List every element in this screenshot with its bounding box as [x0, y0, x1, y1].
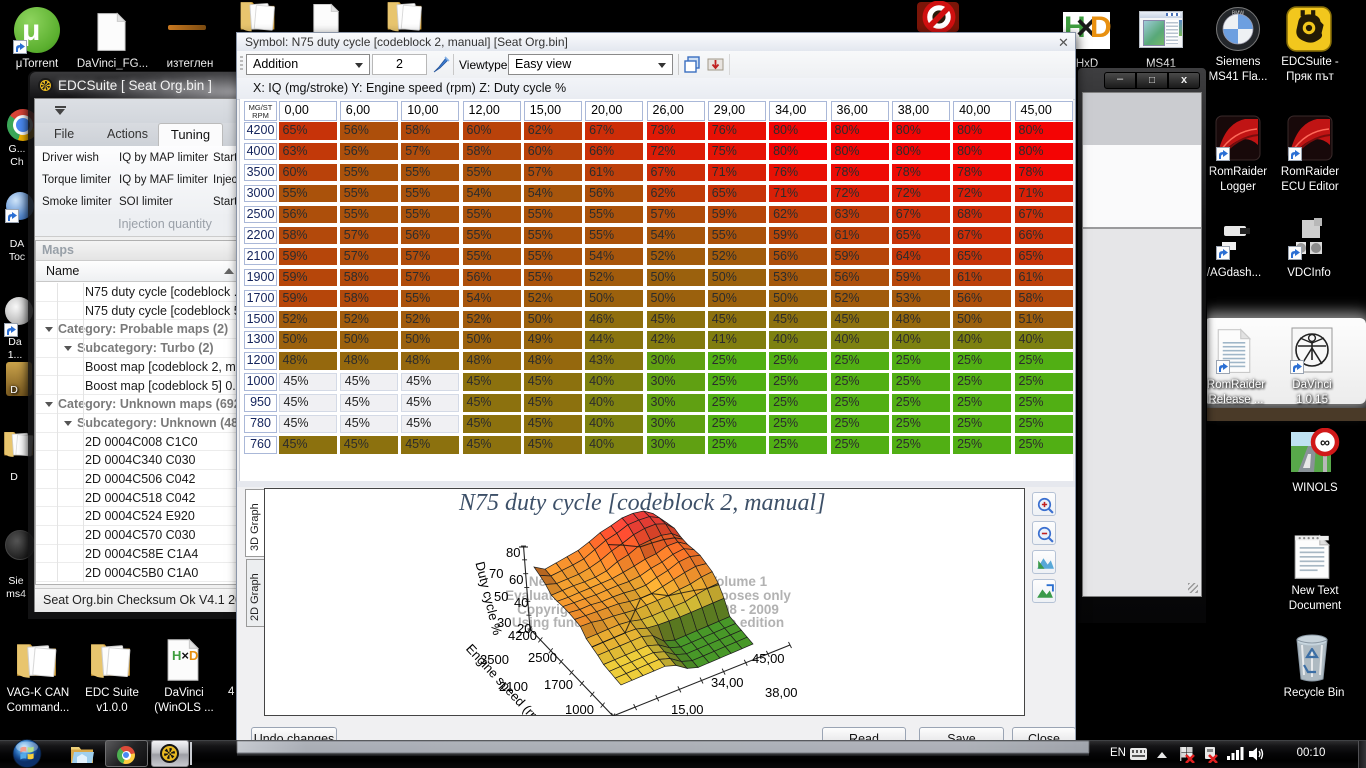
svg-text:∞: ∞ [1320, 434, 1330, 450]
